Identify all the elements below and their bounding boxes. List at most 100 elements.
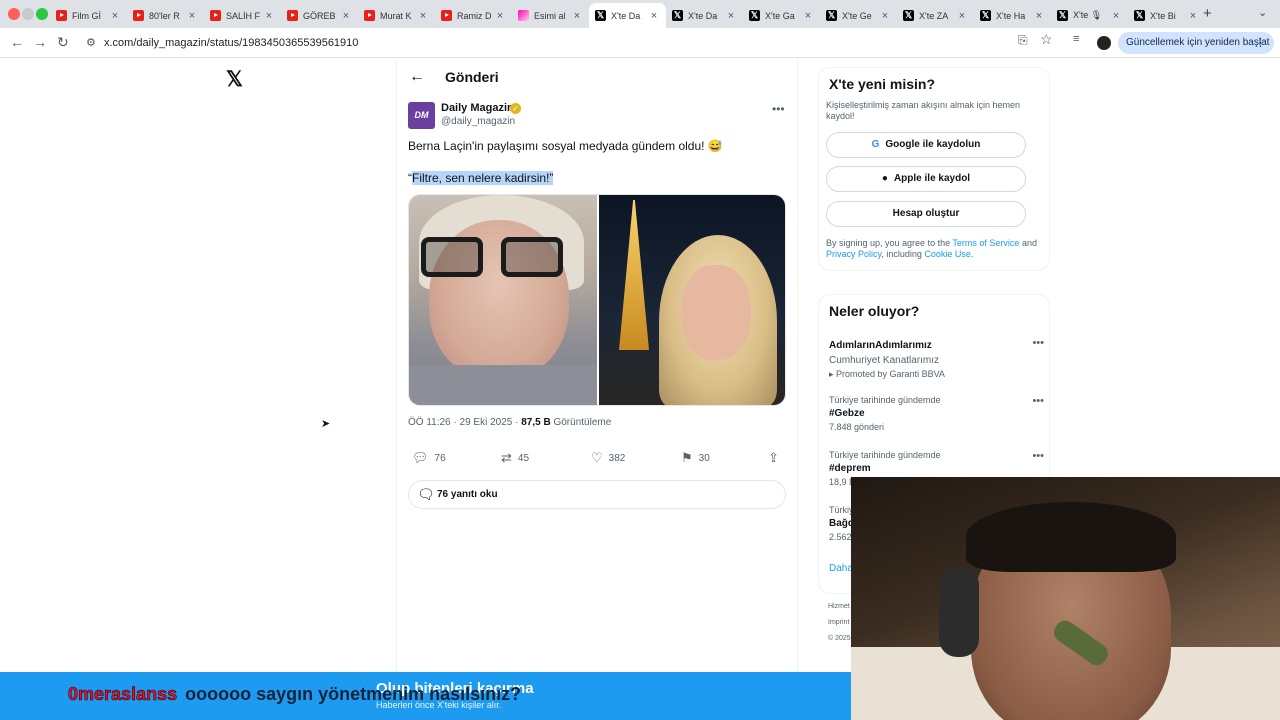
tab-5[interactable]: Murat K × bbox=[358, 3, 435, 28]
trend-more-icon[interactable]: ••• bbox=[1032, 450, 1044, 462]
footer-line[interactable]: Imprint bbox=[828, 615, 851, 631]
tab-11[interactable]: X'te Ge × bbox=[820, 3, 897, 28]
image-icon bbox=[518, 10, 529, 21]
author-avatar[interactable]: DM bbox=[408, 102, 435, 129]
tab-list: Film Gİ × 80'ler R × SALİH F × GÖREB × Murat K × R… bbox=[50, 3, 1205, 28]
tab-search-icon[interactable]: ⌄ bbox=[1258, 6, 1267, 19]
minimize-window-button[interactable] bbox=[22, 8, 34, 20]
share-button[interactable]: ⇪ bbox=[768, 450, 779, 466]
apple-signup-button[interactable]: ● Apple ile kaydol bbox=[826, 166, 1026, 192]
relaunch-label: Güncellemek için yeniden başlat bbox=[1126, 37, 1270, 48]
trend-more-icon[interactable]: ••• bbox=[1032, 395, 1044, 407]
tab-14[interactable]: X'te 🎙 × bbox=[1051, 3, 1128, 28]
tab-label: X'te 🎙 bbox=[1073, 10, 1103, 20]
trend-more-icon[interactable]: ••• bbox=[1032, 337, 1044, 349]
toolbar: ← → ↻ ⚙ x.com/daily_magazin/status/19834… bbox=[0, 28, 1280, 58]
zoom-window-button[interactable] bbox=[36, 8, 48, 20]
close-tab-icon[interactable]: × bbox=[340, 10, 352, 22]
apple-signup-label: Apple ile kaydol bbox=[893, 173, 971, 184]
close-tab-icon[interactable]: × bbox=[109, 10, 121, 22]
x-logo-icon[interactable]: 𝕏 bbox=[226, 67, 243, 92]
close-tab-icon[interactable]: × bbox=[494, 10, 506, 22]
like-button[interactable]: ♡ 382 bbox=[591, 450, 625, 466]
back-arrow-icon[interactable]: ← bbox=[409, 68, 425, 86]
cookie-link[interactable]: Cookie Use bbox=[924, 249, 971, 259]
read-replies-button[interactable]: 🗨︎ 76 yanıtı oku bbox=[408, 480, 786, 509]
trend-count: 7.848 gönderi bbox=[829, 422, 885, 432]
speech-bubble-icon: 🗨︎ bbox=[417, 486, 435, 502]
profile-avatar[interactable] bbox=[1097, 36, 1111, 50]
close-tab-icon[interactable]: × bbox=[956, 10, 968, 22]
post-media[interactable] bbox=[408, 194, 786, 406]
trend-name: #deprem bbox=[829, 463, 871, 474]
close-tab-icon[interactable]: × bbox=[186, 10, 198, 22]
post-photo-1[interactable] bbox=[409, 195, 597, 405]
reply-icon: 💬︎ bbox=[412, 450, 429, 465]
tab-2[interactable]: 80'ler R × bbox=[127, 3, 204, 28]
close-tab-icon[interactable]: × bbox=[648, 10, 660, 22]
tab-9[interactable]: X'te Da × bbox=[666, 3, 743, 28]
reply-count: 76 bbox=[434, 452, 446, 464]
tab-8[interactable]: X'te Da × bbox=[589, 3, 666, 28]
trend-name: AdımlarınAdımlarımız bbox=[829, 340, 932, 351]
close-tab-icon[interactable]: × bbox=[417, 10, 429, 22]
post-photo-2[interactable] bbox=[599, 195, 785, 405]
x-icon bbox=[672, 10, 683, 21]
post-column: ← Gönderi DM Daily Magazin ✓ @daily_maga… bbox=[396, 59, 798, 720]
forward-nav-icon[interactable]: → bbox=[33, 34, 47, 50]
post-meta: ÖÖ 11:26 · 29 Eki 2025 · 87,5 B Görüntül… bbox=[408, 417, 611, 428]
show-more-link[interactable]: Daha bbox=[829, 563, 853, 574]
repost-icon: ⇄ bbox=[501, 450, 512, 465]
tab-1[interactable]: Film Gİ × bbox=[50, 3, 127, 28]
tab-15[interactable]: X'te Bi × bbox=[1128, 3, 1205, 28]
tab-6[interactable]: Ramiz D × bbox=[435, 3, 512, 28]
repost-button[interactable]: ⇄ 45 bbox=[501, 450, 529, 466]
tab-13[interactable]: X'te Ha × bbox=[974, 3, 1051, 28]
tab-12[interactable]: X'te ZA × bbox=[897, 3, 974, 28]
close-tab-icon[interactable]: × bbox=[1187, 10, 1199, 22]
post-more-icon[interactable]: ••• bbox=[772, 102, 785, 116]
close-tab-icon[interactable]: × bbox=[725, 10, 737, 22]
footer-line[interactable]: Hizmet bbox=[828, 599, 851, 615]
site-info-icon[interactable]: ⚙ bbox=[86, 32, 96, 54]
trend-item[interactable]: AdımlarınAdımlarımız Cumhuriyet Kanatlar… bbox=[829, 337, 1044, 380]
reply-button[interactable]: 💬︎ 76 bbox=[412, 450, 446, 466]
address-bar[interactable]: ⚙ x.com/daily_magazin/status/19834503655… bbox=[80, 32, 1060, 54]
privacy-link[interactable]: Privacy Policy bbox=[826, 249, 881, 259]
media-control-icon[interactable]: ≡ bbox=[1073, 33, 1079, 45]
trend-item[interactable]: Türkiye tarihinde gündemde #Gebze 7.848 … bbox=[829, 395, 1044, 432]
close-tab-icon[interactable]: × bbox=[571, 10, 583, 22]
tab-3[interactable]: SALİH F × bbox=[204, 3, 281, 28]
share-icon: ⇪ bbox=[768, 450, 779, 465]
install-app-icon[interactable]: ⎘ bbox=[1018, 33, 1028, 48]
relaunch-button[interactable]: Güncellemek için yeniden başlat ⋮ bbox=[1118, 32, 1274, 54]
create-account-button[interactable]: Hesap oluştur bbox=[826, 201, 1026, 227]
close-tab-icon[interactable]: × bbox=[1033, 10, 1045, 22]
apple-icon: ● bbox=[881, 173, 888, 184]
close-tab-icon[interactable]: × bbox=[879, 10, 891, 22]
bookmark-count: 30 bbox=[698, 452, 710, 464]
terms-prefix: By signing up, you agree to the bbox=[826, 238, 953, 248]
reload-icon[interactable]: ↻ bbox=[57, 34, 69, 51]
chat-message: oooooo saygın yönetmenim nasılsınız? bbox=[185, 684, 522, 704]
youtube-icon bbox=[56, 10, 67, 21]
bookmark-star-icon[interactable]: ☆ bbox=[1040, 31, 1053, 48]
author-name[interactable]: Daily Magazin bbox=[441, 102, 514, 114]
terms-link[interactable]: Terms of Service bbox=[952, 238, 1019, 248]
tab-label: X'te Da bbox=[688, 10, 718, 21]
tab-10[interactable]: X'te Ga × bbox=[743, 3, 820, 28]
close-tab-icon[interactable]: × bbox=[263, 10, 275, 22]
tab-4[interactable]: GÖREB × bbox=[281, 3, 358, 28]
post-timestamp[interactable]: ÖÖ 11:26 · 29 Eki 2025 · bbox=[408, 417, 521, 428]
new-tab-button[interactable]: + bbox=[1203, 5, 1212, 22]
close-tab-icon[interactable]: × bbox=[802, 10, 814, 22]
post-quote: “Filtre, sen nelere kadirsin!” bbox=[408, 171, 554, 185]
google-signup-button[interactable]: G Google ile kaydolun bbox=[826, 132, 1026, 158]
back-nav-icon[interactable]: ← bbox=[10, 34, 24, 50]
bookmark-button[interactable]: ⚑ 30 bbox=[681, 450, 710, 466]
close-window-button[interactable] bbox=[8, 8, 20, 20]
close-tab-icon[interactable]: × bbox=[1110, 10, 1122, 22]
tab-7[interactable]: Esimi al × bbox=[512, 3, 589, 28]
more-menu-icon[interactable]: ⋮ bbox=[1255, 32, 1266, 54]
author-handle[interactable]: @daily_magazin bbox=[441, 116, 515, 127]
